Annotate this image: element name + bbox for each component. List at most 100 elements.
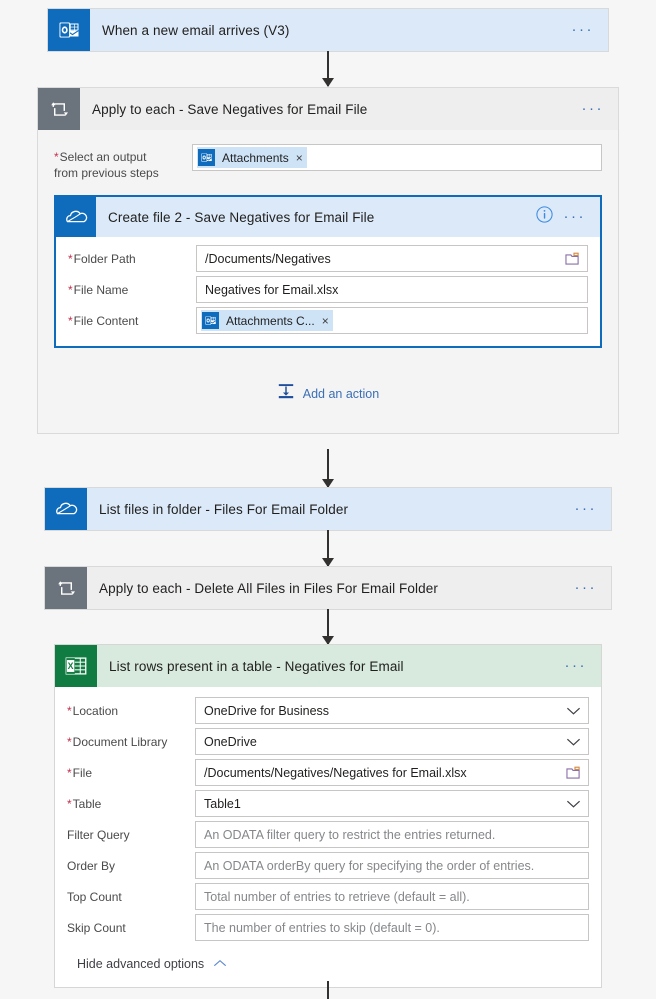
trigger-card-when-a-new-email-arrives[interactable]: When a new email arrives (V3) ··· [47, 8, 609, 52]
outlook-icon [202, 312, 219, 329]
apply-to-each-icon [45, 567, 87, 609]
select-output-row: *Select an output from previous steps At… [38, 130, 618, 181]
action-card-list-rows-present-in-a-table[interactable]: X List rows present in a table - Negativ… [54, 644, 602, 988]
select-output-input[interactable]: Attachments × [192, 144, 602, 171]
input-skip-count[interactable]: The number of entries to skip (default =… [195, 914, 589, 941]
input-file-name[interactable]: Negatives for Email.xlsx [196, 276, 588, 303]
chevron-up-icon[interactable] [213, 955, 227, 973]
select-output-label-line1: Select an output [59, 150, 147, 164]
field-label-filter-query: Filter Query [67, 827, 130, 842]
field-row-order-by: Order By An ODATA orderBy query for spec… [55, 850, 601, 881]
input-filter-query-placeholder: An ODATA filter query to restrict the en… [204, 827, 496, 842]
token-chip-attachments-content[interactable]: Attachments C... × [201, 310, 333, 331]
field-label-top-count: Top Count [67, 889, 122, 904]
required-asterisk: * [68, 313, 73, 328]
field-row-filter-query: Filter Query An ODATA filter query to re… [55, 819, 601, 850]
scope-save-body: *Select an output from previous steps At… [38, 130, 618, 433]
excel-icon: X [55, 645, 97, 687]
token-remove-icon[interactable]: × [296, 151, 303, 165]
field-label-location: *Location [67, 703, 119, 718]
select-table[interactable]: Table1 [195, 790, 589, 817]
onedrive-icon [45, 488, 87, 530]
field-row-file-name: *File Name Negatives for Email.xlsx [56, 274, 600, 305]
connector-trigger-to-scope [0, 51, 656, 86]
add-action-icon [277, 382, 295, 405]
required-asterisk: * [54, 150, 59, 164]
list-rows-title: List rows present in a table - Negatives… [109, 658, 404, 674]
required-asterisk: * [68, 282, 73, 297]
info-icon[interactable] [535, 205, 554, 229]
scope-save-title: Apply to each - Save Negatives for Email… [92, 101, 368, 117]
token-chip-attachments[interactable]: Attachments × [197, 147, 307, 168]
scope-save-more-menu[interactable]: ··· [582, 101, 605, 116]
svg-text:X: X [68, 661, 74, 671]
input-top-count[interactable]: Total number of entries to retrieve (def… [195, 883, 589, 910]
input-file-content[interactable]: Attachments C... × [196, 307, 588, 334]
connector-scope-to-list-files [0, 449, 656, 487]
token-remove-icon[interactable]: × [322, 314, 329, 328]
field-row-table: *Table Table1 [55, 788, 601, 819]
input-top-count-placeholder: Total number of entries to retrieve (def… [204, 889, 470, 904]
onedrive-icon [56, 197, 96, 237]
list-rows-header[interactable]: X List rows present in a table - Negativ… [55, 645, 601, 687]
field-label-table: *Table [67, 796, 102, 811]
action-card-list-files-in-folder[interactable]: List files in folder - Files For Email F… [44, 487, 612, 531]
input-order-by[interactable]: An ODATA orderBy query for specifying th… [195, 852, 589, 879]
scope-delete-title: Apply to each - Delete All Files in File… [99, 580, 438, 596]
outlook-icon [198, 149, 215, 166]
select-location[interactable]: OneDrive for Business [195, 697, 589, 724]
field-row-file: *File /Documents/Negatives/Negatives for… [55, 757, 601, 788]
field-label-order-by: Order By [67, 858, 116, 873]
apply-to-each-icon [38, 88, 80, 130]
field-row-skip-count: Skip Count The number of entries to skip… [55, 912, 601, 943]
select-location-value: OneDrive for Business [204, 703, 330, 718]
required-asterisk: * [68, 251, 73, 266]
folder-picker-icon[interactable] [566, 766, 581, 780]
required-asterisk: * [67, 703, 72, 718]
list-rows-more-menu[interactable]: ··· [565, 658, 588, 673]
token-chip-label: Attachments C... [226, 313, 315, 328]
select-document-library[interactable]: OneDrive [195, 728, 589, 755]
trigger-card-header[interactable]: When a new email arrives (V3) ··· [48, 9, 608, 51]
scope-save-header[interactable]: Apply to each - Save Negatives for Email… [38, 88, 618, 130]
trigger-more-menu[interactable]: ··· [572, 22, 595, 37]
create-file-2-more-menu[interactable]: ··· [564, 209, 587, 224]
scope-delete-header[interactable]: Apply to each - Delete All Files in File… [45, 567, 611, 609]
list-rows-fields: *Location OneDrive for Business *Documen… [55, 687, 601, 987]
field-row-location: *Location OneDrive for Business [55, 695, 601, 726]
scope-card-apply-to-each-delete-all-files[interactable]: Apply to each - Delete All Files in File… [44, 566, 612, 610]
select-document-library-value: OneDrive [204, 734, 257, 749]
field-row-file-content: *File Content Attachments C... × [56, 305, 600, 336]
list-files-header[interactable]: List files in folder - Files For Email F… [45, 488, 611, 530]
list-files-title: List files in folder - Files For Email F… [99, 501, 349, 517]
chevron-down-icon[interactable] [566, 706, 581, 716]
required-asterisk: * [67, 734, 72, 749]
add-an-action-button[interactable]: Add an action [38, 348, 618, 433]
field-label-skip-count: Skip Count [67, 920, 126, 935]
field-label-folder-path: *Folder Path [68, 251, 136, 266]
outlook-icon [48, 9, 90, 51]
select-output-label-line2: from previous steps [54, 166, 159, 180]
create-file-2-fields: *Folder Path /Documents/Negatives *File … [56, 237, 600, 346]
create-file-2-title: Create file 2 - Save Negatives for Email… [108, 209, 375, 225]
action-card-create-file-2[interactable]: Create file 2 - Save Negatives for Email… [54, 195, 602, 348]
select-table-value: Table1 [204, 796, 241, 811]
field-label-file-content: *File Content [68, 313, 139, 328]
add-an-action-label: Add an action [302, 386, 380, 401]
input-order-by-placeholder: An ODATA orderBy query for specifying th… [204, 858, 535, 873]
create-file-2-header[interactable]: Create file 2 - Save Negatives for Email… [56, 197, 600, 237]
list-files-more-menu[interactable]: ··· [575, 501, 598, 516]
input-folder-path[interactable]: /Documents/Negatives [196, 245, 588, 272]
connector-below-list-rows [0, 981, 656, 999]
required-asterisk: * [67, 765, 72, 780]
folder-picker-icon[interactable] [565, 252, 580, 266]
input-folder-path-value: /Documents/Negatives [205, 251, 331, 266]
field-label-document-library: *Document Library [67, 734, 168, 749]
chevron-down-icon[interactable] [566, 799, 581, 809]
input-filter-query[interactable]: An ODATA filter query to restrict the en… [195, 821, 589, 848]
chevron-down-icon[interactable] [566, 737, 581, 747]
input-file[interactable]: /Documents/Negatives/Negatives for Email… [195, 759, 589, 786]
scope-card-apply-to-each-save-negatives[interactable]: Apply to each - Save Negatives for Email… [37, 87, 619, 434]
hide-advanced-options-label: Hide advanced options [77, 957, 205, 971]
scope-delete-more-menu[interactable]: ··· [575, 580, 598, 595]
